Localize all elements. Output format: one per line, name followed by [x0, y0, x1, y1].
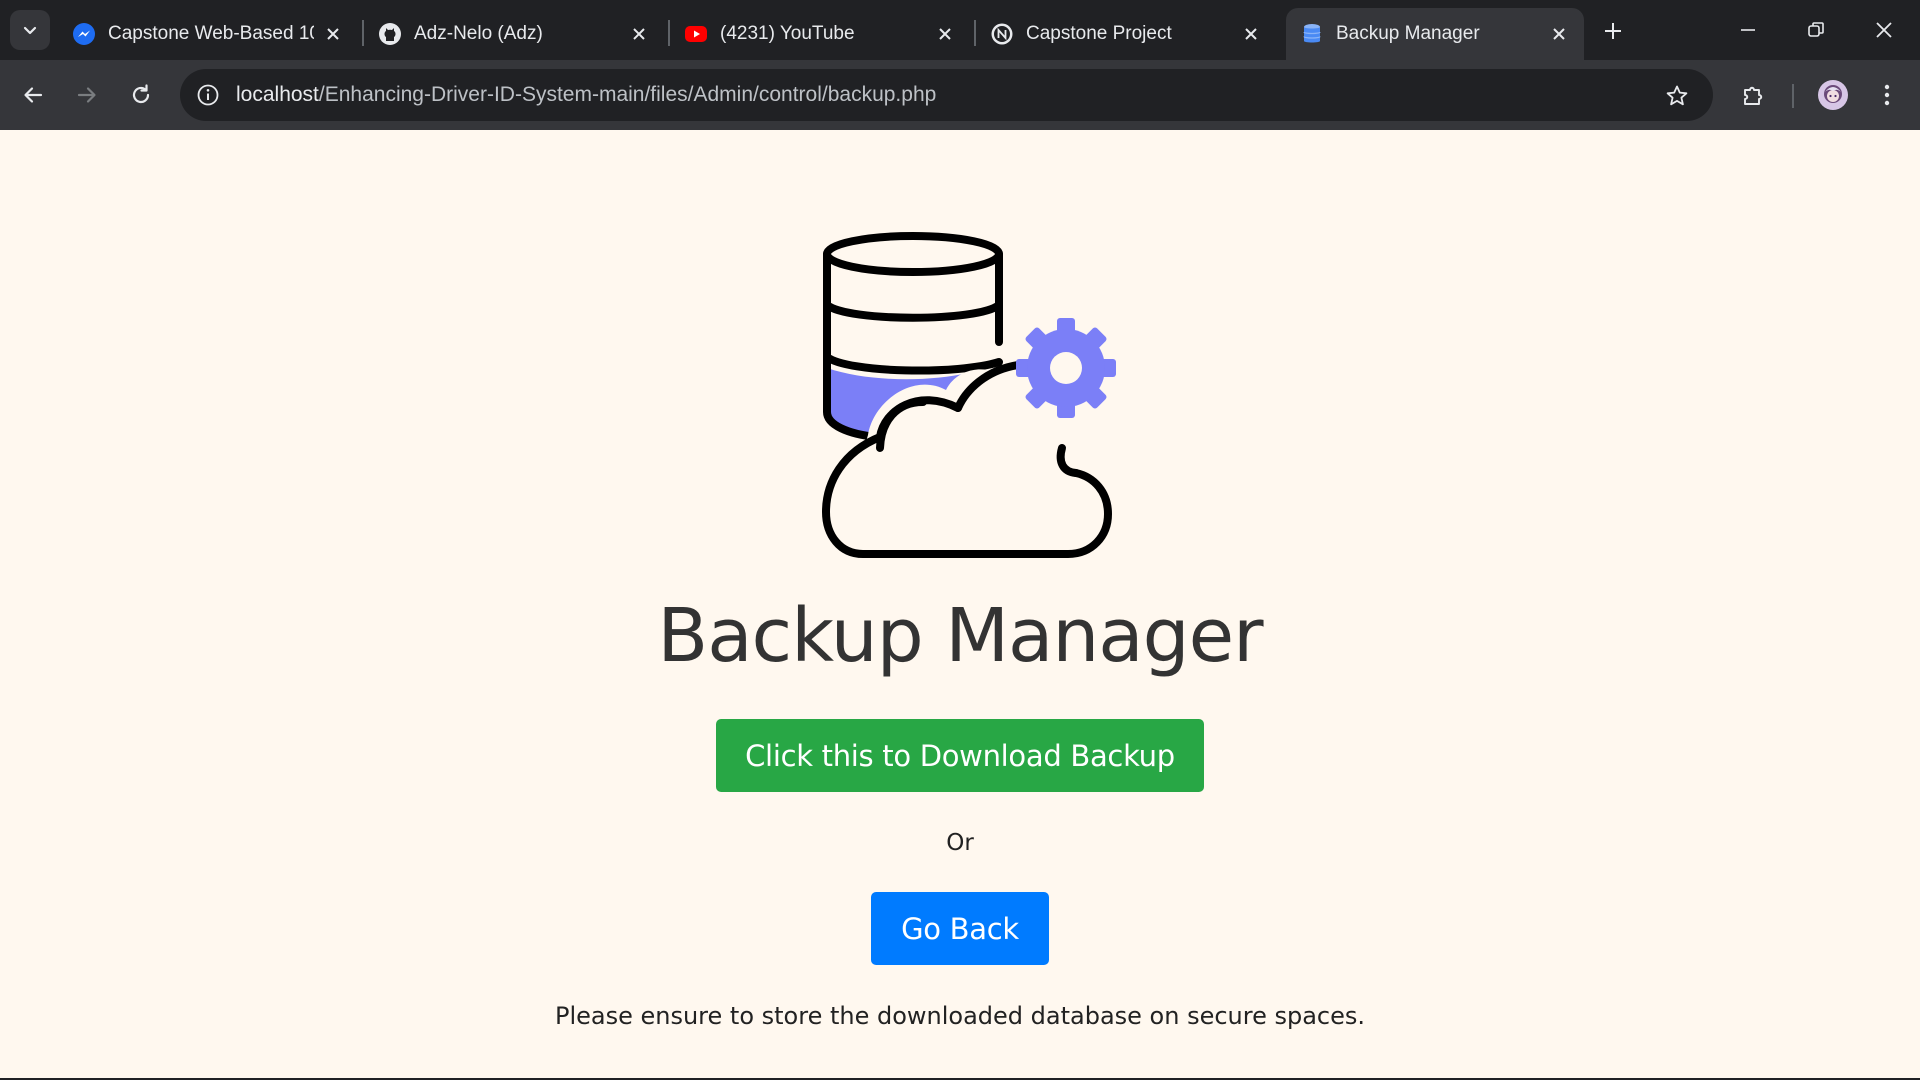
- messenger-icon: [72, 22, 96, 46]
- site-info-icon[interactable]: [194, 81, 222, 109]
- restore-icon: [1808, 22, 1824, 37]
- address-path: /Enhancing-Driver-ID-System-main/files/A…: [318, 83, 937, 106]
- close-window-button[interactable]: [1854, 6, 1914, 54]
- tab-strip: Capstone Web-Based 10 Adz-Nelo (Adz) (42…: [0, 0, 1920, 60]
- browser-menu-button[interactable]: [1867, 75, 1907, 115]
- page-title: Backup Manager: [657, 593, 1263, 679]
- minimize-icon: [1741, 29, 1755, 31]
- reload-icon: [132, 84, 150, 104]
- close-tab-icon[interactable]: [1240, 23, 1262, 45]
- close-tab-icon[interactable]: [628, 23, 650, 45]
- tab-messenger[interactable]: Capstone Web-Based 10: [58, 8, 358, 60]
- security-note: Please ensure to store the downloaded da…: [554, 1002, 1366, 1030]
- tab-title: (4231) YouTube: [720, 23, 855, 44]
- or-separator-text: Or: [946, 830, 974, 856]
- forward-nav-button[interactable]: [67, 75, 107, 115]
- close-tab-icon[interactable]: [934, 23, 956, 45]
- tab-title: Capstone Project: [1026, 23, 1172, 44]
- tab-title: Adz-Nelo (Adz): [414, 23, 543, 44]
- address-url: localhost/Enhancing-Driver-ID-System-mai…: [236, 69, 936, 121]
- kebab-menu-icon: [1884, 84, 1890, 106]
- tab-title: Backup Manager: [1336, 23, 1480, 44]
- close-icon: [1876, 22, 1892, 38]
- profile-avatar[interactable]: [1813, 75, 1853, 115]
- toolbar-divider: [1792, 84, 1794, 108]
- tab-backup-manager[interactable]: Backup Manager: [1286, 8, 1584, 60]
- arrow-right-icon: [77, 87, 96, 103]
- bookmark-star-icon[interactable]: [1662, 81, 1692, 111]
- reload-button[interactable]: [121, 75, 161, 115]
- page-content: Backup Manager Click this to Download Ba…: [0, 130, 1920, 1078]
- chevron-down-icon: [23, 26, 37, 35]
- plus-icon: [1605, 23, 1621, 39]
- close-tab-icon[interactable]: [1548, 23, 1570, 45]
- restore-button[interactable]: [1786, 6, 1846, 54]
- browser-toolbar: localhost/Enhancing-Driver-ID-System-mai…: [0, 60, 1920, 130]
- close-tab-icon[interactable]: [322, 23, 344, 45]
- download-backup-button[interactable]: Click this to Download Backup: [716, 719, 1204, 792]
- puzzle-icon: [1744, 86, 1763, 105]
- address-bar[interactable]: localhost/Enhancing-Driver-ID-System-mai…: [180, 69, 1713, 121]
- tab-github[interactable]: Adz-Nelo (Adz): [364, 8, 664, 60]
- database-cloud-gear-icon: [822, 232, 1116, 558]
- github-icon: [378, 22, 402, 46]
- new-tab-button[interactable]: [1596, 14, 1630, 48]
- youtube-icon: [684, 22, 708, 46]
- arrow-left-icon: [24, 87, 43, 103]
- avatar-icon: [1818, 80, 1848, 110]
- address-host: localhost: [236, 83, 319, 106]
- notion-icon: [990, 22, 1014, 46]
- minimize-button[interactable]: [1718, 6, 1778, 54]
- go-back-button[interactable]: Go Back: [871, 892, 1049, 965]
- database-icon: [1300, 22, 1324, 46]
- extensions-button[interactable]: [1733, 75, 1773, 115]
- tab-notion[interactable]: Capstone Project: [976, 8, 1276, 60]
- tab-search-button[interactable]: [10, 10, 50, 50]
- tab-title: Capstone Web-Based 10: [108, 23, 314, 44]
- tab-youtube[interactable]: (4231) YouTube: [670, 8, 970, 60]
- back-nav-button[interactable]: [13, 75, 53, 115]
